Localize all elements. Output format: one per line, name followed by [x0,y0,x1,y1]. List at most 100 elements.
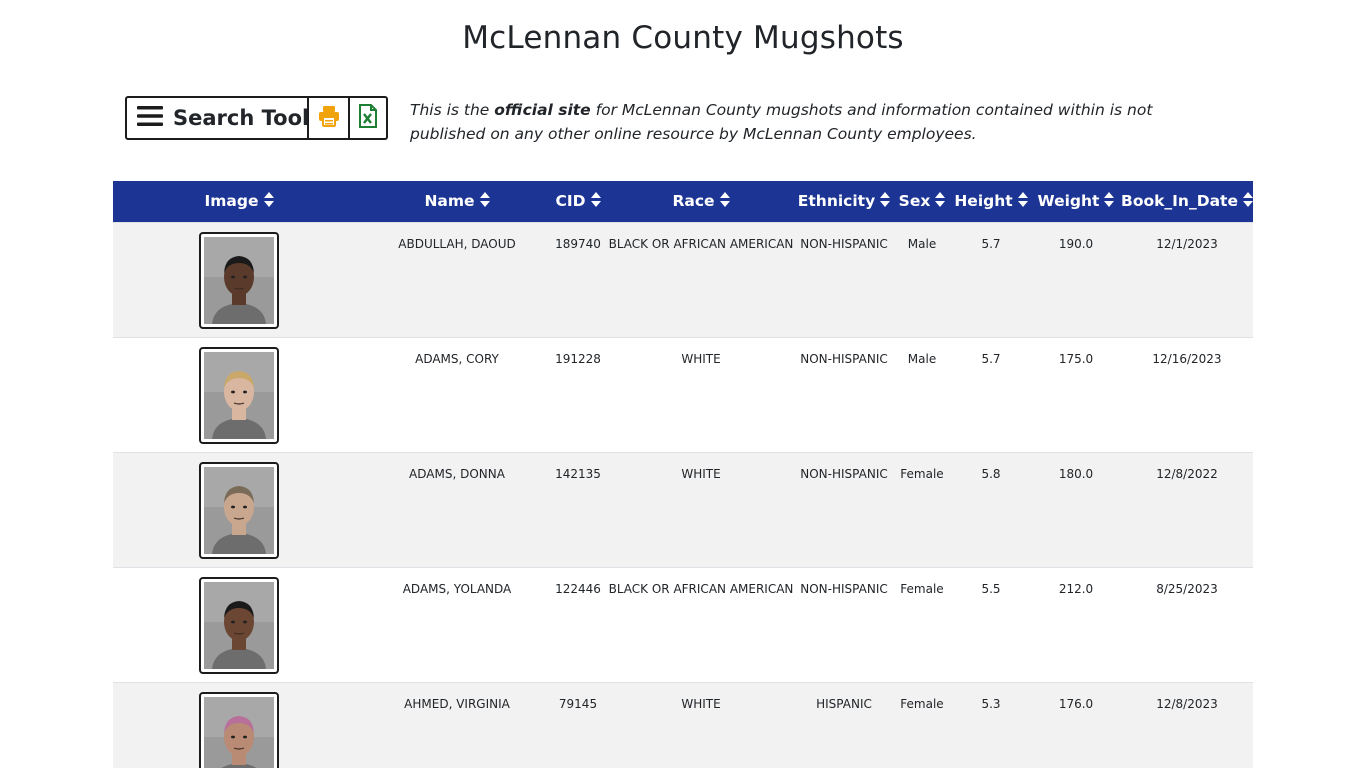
image-cell [113,221,365,337]
cell-race: BLACK OR AFRICAN AMERICAN [607,221,795,337]
column-header-height[interactable]: Height [951,181,1031,222]
mugshot-photo[interactable] [199,576,279,674]
sort-icon [263,191,274,211]
cell-weight: 212.0 [1031,566,1121,682]
cell-sex: Female [893,566,951,682]
column-header-label: Race [672,191,715,210]
cell-sex: Female [893,681,951,768]
cell-height: 5.7 [951,336,1031,452]
cell-sex: Female [893,451,951,567]
column-header-sex[interactable]: Sex [893,181,951,222]
image-cell [113,451,365,567]
cell-race: BLACK OR AFRICAN AMERICAN [607,566,795,682]
column-header-label: CID [555,191,586,210]
table-row: ADAMS, DONNA 142135 WHITE NON-HISPANIC Femal… [113,451,1253,567]
official-site-notice: This is the official site for McLennan C… [410,98,1160,146]
cell-race: WHITE [607,681,795,768]
cell-height: 5.8 [951,451,1031,567]
column-header-book-in-date[interactable]: Book_In_Date [1121,181,1253,222]
column-header-weight[interactable]: Weight [1031,181,1121,222]
cell-name: ADAMS, YOLANDA [365,566,549,682]
column-header-image[interactable]: Image [113,181,365,222]
person-photo-icon [204,466,274,554]
cell-height: 5.5 [951,566,1031,682]
cell-sex: Male [893,336,951,452]
table-header-row: Image Name CID Race Ethnicity Sex Height Weight… [113,181,1253,222]
sort-icon [935,191,946,211]
excel-file-icon [359,104,377,132]
sort-icon [1104,191,1115,211]
printer-icon [318,105,340,131]
column-header-cid[interactable]: CID [549,181,607,222]
sort-icon [719,191,730,211]
sort-icon [1017,191,1028,211]
notice-emphasis: official site [494,101,591,119]
cell-race: WHITE [607,336,795,452]
cell-weight: 176.0 [1031,681,1121,768]
cell-ethnicity: NON-HISPANIC [795,566,893,682]
column-header-label: Sex [898,191,931,210]
column-header-label: Height [954,191,1013,210]
cell-height: 5.3 [951,681,1031,768]
table-row: ADAMS, CORY 191228 WHITE NON-HISPANIC Male 5.… [113,336,1253,452]
person-photo-icon [204,696,274,768]
cell-ethnicity: NON-HISPANIC [795,451,893,567]
column-header-label: Book_In_Date [1121,191,1238,210]
sort-icon [479,191,490,211]
cell-weight: 190.0 [1031,221,1121,337]
cell-weight: 175.0 [1031,336,1121,452]
page-title: McLennan County Mugshots [462,20,904,56]
export-excel-button[interactable] [350,96,388,140]
hamburger-icon [137,105,163,131]
person-photo-icon [204,351,274,439]
column-header-label: Name [424,191,475,210]
cell-ethnicity: NON-HISPANIC [795,336,893,452]
cell-cid: 191228 [549,336,607,452]
cell-book-in-date: 12/8/2022 [1121,451,1253,567]
person-photo-icon [204,236,274,324]
toolbar: Search Tools [125,96,388,140]
notice-prefix: This is the [410,101,495,119]
table-row: ABDULLAH, DAOUD 189740 BLACK OR AFRICAN AM… [113,221,1253,337]
column-header-name[interactable]: Name [365,181,549,222]
cell-ethnicity: NON-HISPANIC [795,221,893,337]
sort-icon [590,191,601,211]
sort-icon [880,191,891,211]
mugshot-photo[interactable] [199,231,279,329]
cell-race: WHITE [607,451,795,567]
cell-height: 5.7 [951,221,1031,337]
cell-name: ADAMS, DONNA [365,451,549,567]
cell-cid: 142135 [549,451,607,567]
column-header-race[interactable]: Race [607,181,795,222]
column-header-label: Weight [1037,191,1100,210]
table-row: AHMED, VIRGINIA 79145 WHITE HISPANIC Female 5… [113,681,1253,768]
person-photo-icon [204,581,274,669]
print-button[interactable] [309,96,350,140]
image-cell [113,681,365,768]
cell-book-in-date: 12/8/2023 [1121,681,1253,768]
table-row: ADAMS, YOLANDA 122446 BLACK OR AFRICAN AME… [113,566,1253,682]
cell-cid: 79145 [549,681,607,768]
mugshot-photo[interactable] [199,461,279,559]
mugshot-photo[interactable] [199,346,279,444]
cell-book-in-date: 12/1/2023 [1121,221,1253,337]
cell-name: AHMED, VIRGINIA [365,681,549,768]
search-tools-button[interactable]: Search Tools [125,96,322,140]
cell-ethnicity: HISPANIC [795,681,893,768]
image-cell [113,566,365,682]
cell-sex: Male [893,221,951,337]
cell-name: ADAMS, CORY [365,336,549,452]
cell-weight: 180.0 [1031,451,1121,567]
mugshots-table: Image Name CID Race Ethnicity Sex Height Weight… [113,181,1253,768]
search-tools-label: Search Tools [173,106,322,130]
column-header-label: Image [204,191,259,210]
cell-book-in-date: 12/16/2023 [1121,336,1253,452]
image-cell [113,336,365,452]
column-header-ethnicity[interactable]: Ethnicity [795,181,893,222]
cell-cid: 189740 [549,221,607,337]
mugshot-photo[interactable] [199,691,279,768]
cell-book-in-date: 8/25/2023 [1121,566,1253,682]
column-header-label: Ethnicity [797,191,876,210]
cell-cid: 122446 [549,566,607,682]
cell-name: ABDULLAH, DAOUD [365,221,549,337]
